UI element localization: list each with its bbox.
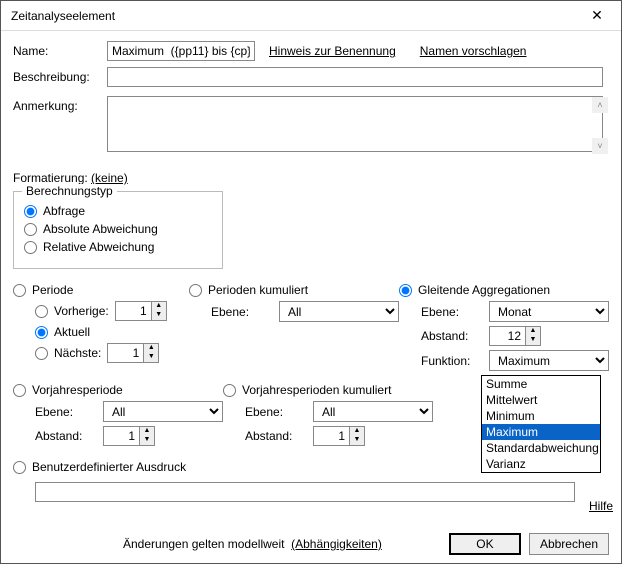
funktion-select[interactable]: Maximum <box>489 350 609 371</box>
ebene-select-vj[interactable]: All <box>103 401 223 422</box>
radio-user-expression-label: Benutzerdefinierter Ausdruck <box>32 460 186 474</box>
spin-up-icon[interactable]: ▲ <box>350 427 364 436</box>
spin-up-icon[interactable]: ▲ <box>144 344 158 353</box>
spin-up-icon[interactable]: ▲ <box>140 427 154 436</box>
annotation-label: Anmerkung: <box>13 96 107 113</box>
radio-user-expression[interactable] <box>13 461 26 474</box>
spin-up-icon[interactable]: ▲ <box>526 327 540 336</box>
spin-abstand-gl[interactable] <box>489 326 525 346</box>
formatting-label: Formatierung: <box>13 171 88 185</box>
spin-up-icon[interactable]: ▲ <box>152 302 166 311</box>
dropdown-option[interactable]: Minimum <box>482 408 600 424</box>
spin-down-icon[interactable]: ▼ <box>152 311 166 320</box>
radio-absolute[interactable] <box>24 223 37 236</box>
abstand-label-vjk: Abstand: <box>245 429 305 443</box>
radio-relative[interactable] <box>24 241 37 254</box>
dropdown-option[interactable]: Summe <box>482 376 600 392</box>
radio-gleitende[interactable] <box>399 284 412 297</box>
suggest-names-link[interactable]: Namen vorschlagen <box>420 44 527 58</box>
radio-aktuell-label: Aktuell <box>54 325 90 339</box>
scroll-up-icon[interactable]: ˄ <box>592 97 608 113</box>
spin-vorherige[interactable] <box>115 301 151 321</box>
ebene-label-vj: Ebene: <box>35 405 95 419</box>
ebene-select-vjk[interactable]: All <box>313 401 433 422</box>
ok-button[interactable]: OK <box>449 533 521 555</box>
radio-naechste[interactable] <box>35 347 48 360</box>
radio-perioden-kumuliert[interactable] <box>189 284 202 297</box>
naming-hint-link[interactable]: Hinweis zur Benennung <box>269 44 396 58</box>
ebene-select-kum[interactable]: All <box>279 301 399 322</box>
calc-type-legend: Berechnungstyp <box>22 184 117 198</box>
abstand-label-vj: Abstand: <box>35 429 95 443</box>
radio-perioden-kumuliert-label: Perioden kumuliert <box>208 283 308 297</box>
radio-vorherige-label: Vorherige: <box>54 304 109 318</box>
modelwide-note: Änderungen gelten modellweit <box>123 537 284 551</box>
ebene-select-gl[interactable]: Monat <box>489 301 609 322</box>
radio-abfrage[interactable] <box>24 205 37 218</box>
cancel-button[interactable]: Abbrechen <box>529 533 609 555</box>
dependencies-link[interactable]: (Abhängigkeiten) <box>291 537 382 551</box>
ebene-label-vjk: Ebene: <box>245 405 305 419</box>
spin-down-icon[interactable]: ▼ <box>526 336 540 345</box>
ebene-label-gl: Ebene: <box>421 305 481 319</box>
dialog-title: Zeitanalyseelement <box>11 9 115 23</box>
annotation-input[interactable] <box>107 96 603 152</box>
funktion-dropdown[interactable]: Summe Mittelwert Minimum Maximum Standar… <box>481 375 601 473</box>
dropdown-option[interactable]: Mittelwert <box>482 392 600 408</box>
dropdown-option[interactable]: Standardabweichung <box>482 440 600 456</box>
spin-naechste[interactable] <box>107 343 143 363</box>
radio-abfrage-label: Abfrage <box>43 204 85 218</box>
radio-naechste-label: Nächste: <box>54 346 101 360</box>
name-label: Name: <box>13 41 107 58</box>
dropdown-option[interactable]: Varianz <box>482 456 600 472</box>
funktion-label: Funktion: <box>421 354 481 368</box>
radio-gleitende-label: Gleitende Aggregationen <box>418 283 550 297</box>
scroll-down-icon[interactable]: ˅ <box>592 138 608 154</box>
formatting-value-link[interactable]: (keine) <box>91 171 128 185</box>
spin-down-icon[interactable]: ▼ <box>350 436 364 445</box>
help-link[interactable]: Hilfe <box>589 499 613 513</box>
radio-relative-label: Relative Abweichung <box>43 240 154 254</box>
name-input[interactable] <box>107 41 255 61</box>
description-input[interactable] <box>107 67 603 87</box>
description-label: Beschreibung: <box>13 67 107 84</box>
radio-vorjahresperiode[interactable] <box>13 384 26 397</box>
spin-down-icon[interactable]: ▼ <box>140 436 154 445</box>
radio-aktuell[interactable] <box>35 326 48 339</box>
radio-vorherige[interactable] <box>35 305 48 318</box>
user-expression-input[interactable] <box>35 482 575 502</box>
radio-vorjahresperioden-kum-label: Vorjahresperioden kumuliert <box>242 383 391 397</box>
spin-abstand-vjk[interactable] <box>313 426 349 446</box>
ebene-label: Ebene: <box>211 305 271 319</box>
spin-abstand-vj[interactable] <box>103 426 139 446</box>
radio-vorjahresperiode-label: Vorjahresperiode <box>32 383 123 397</box>
radio-periode[interactable] <box>13 284 26 297</box>
radio-absolute-label: Absolute Abweichung <box>43 222 158 236</box>
abstand-label-gl: Abstand: <box>421 329 481 343</box>
radio-vorjahresperioden-kum[interactable] <box>223 384 236 397</box>
dropdown-option-selected[interactable]: Maximum <box>482 424 600 440</box>
close-icon[interactable]: ✕ <box>581 5 613 27</box>
radio-periode-label: Periode <box>32 283 73 297</box>
spin-down-icon[interactable]: ▼ <box>144 353 158 362</box>
